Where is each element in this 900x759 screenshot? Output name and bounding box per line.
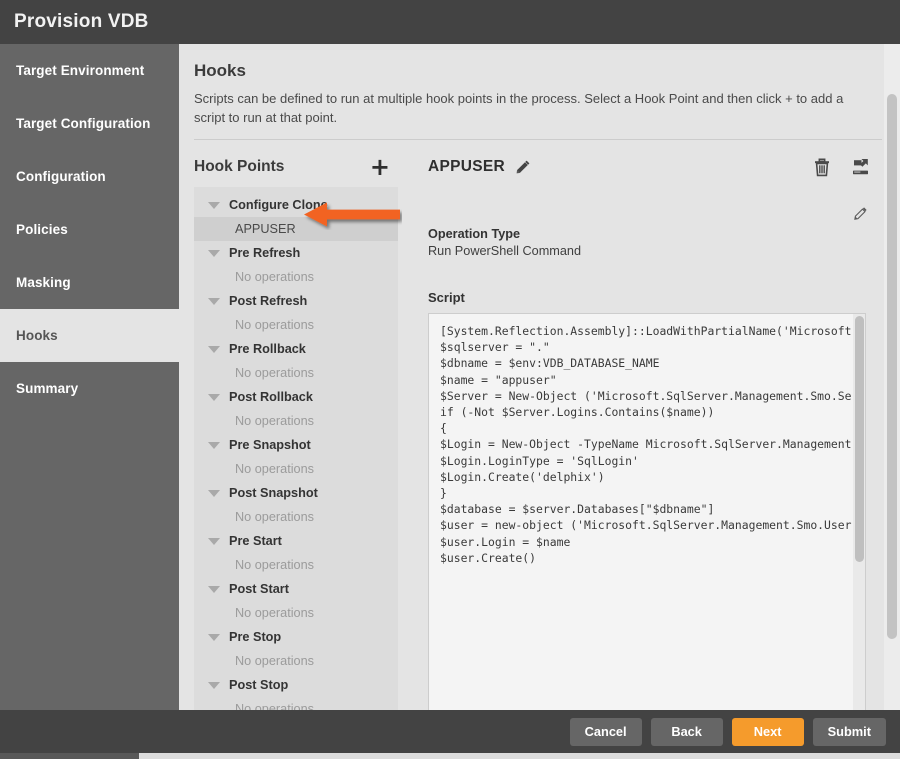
chevron-down-icon[interactable] xyxy=(208,297,220,305)
sidebar-item-target-configuration[interactable]: Target Configuration xyxy=(0,97,179,150)
hook-point-group-label: Post Rollback xyxy=(229,390,313,404)
hook-point-group-label: Pre Snapshot xyxy=(229,438,311,452)
cancel-button[interactable]: Cancel xyxy=(569,717,642,746)
sidebar-item-target-environment[interactable]: Target Environment xyxy=(0,44,179,97)
export-icon[interactable] xyxy=(851,158,870,177)
hook-point-group[interactable]: Pre Rollback xyxy=(194,337,398,361)
edit-hook-row xyxy=(428,187,874,221)
hook-no-operations: No operations xyxy=(235,702,314,710)
hook-operation-item[interactable]: APPUSER xyxy=(194,217,398,241)
hook-point-group-label: Post Snapshot xyxy=(229,486,318,500)
hook-point-group-label: Configure Clone xyxy=(229,198,328,212)
operation-type-label: Operation Type xyxy=(428,227,521,241)
trash-icon[interactable] xyxy=(813,157,831,177)
hook-point-group[interactable]: Post Rollback xyxy=(194,385,398,409)
hook-points-panel: Hook Points + Configure Clone APPUSER Pre … xyxy=(194,147,398,710)
hook-point-group-label: Pre Rollback xyxy=(229,342,306,356)
hook-point-group-label: Post Start xyxy=(229,582,289,596)
hook-no-operations: No operations xyxy=(235,318,314,332)
edit-name-pencil-icon[interactable] xyxy=(515,159,531,175)
chevron-down-icon[interactable] xyxy=(208,489,220,497)
script-scrollbar-track[interactable] xyxy=(853,314,865,710)
edit-hook-pencil-icon[interactable] xyxy=(853,206,868,221)
script-scrollbar-thumb[interactable] xyxy=(855,316,864,562)
sidebar-item-label: Hooks xyxy=(16,328,58,343)
sidebar-item-label: Target Environment xyxy=(16,63,145,78)
hook-point-group-label: Post Refresh xyxy=(229,294,308,308)
hook-points-list[interactable]: Configure Clone APPUSER Pre Refresh No oper… xyxy=(194,187,398,710)
hook-point-group[interactable]: Pre Refresh xyxy=(194,241,398,265)
page-title: Hooks xyxy=(194,61,246,80)
chevron-down-icon[interactable] xyxy=(208,681,220,689)
chevron-down-icon[interactable] xyxy=(208,441,220,449)
hook-points-title: Hook Points xyxy=(194,158,285,175)
hook-no-operations: No operations xyxy=(235,606,314,620)
hook-point-group[interactable]: Pre Stop xyxy=(194,625,398,649)
bottom-strip-left xyxy=(0,753,139,759)
hook-point-group-label: Pre Start xyxy=(229,534,282,548)
chevron-down-icon[interactable] xyxy=(208,537,220,545)
chevron-down-icon[interactable] xyxy=(208,201,220,209)
sidebar-item-label: Summary xyxy=(16,381,79,396)
window-titlebar: Provision VDB xyxy=(0,0,900,44)
hook-detail-actions xyxy=(813,157,874,177)
hook-point-group[interactable]: Post Stop xyxy=(194,673,398,697)
main-content: Hooks Scripts can be defined to run at m… xyxy=(179,44,900,710)
wizard-sidebar: Target Environment Target Configuration Co… xyxy=(0,44,179,710)
page-description: Scripts can be defined to run at multipl… xyxy=(194,91,844,125)
hook-point-group[interactable]: Post Snapshot xyxy=(194,481,398,505)
hook-no-operations: No operations xyxy=(235,510,314,524)
hook-point-group[interactable]: Configure Clone xyxy=(194,193,398,217)
chevron-down-icon[interactable] xyxy=(208,585,220,593)
page-scrollbar-track[interactable] xyxy=(884,44,900,710)
hook-no-operations: No operations xyxy=(235,366,314,380)
bottom-strip xyxy=(0,753,900,759)
script-content: [System.Reflection.Assembly]::LoadWithPa… xyxy=(440,324,859,565)
hook-point-group[interactable]: Pre Start xyxy=(194,529,398,553)
sidebar-item-summary[interactable]: Summary xyxy=(0,362,179,415)
hook-name: APPUSER xyxy=(428,158,506,175)
chevron-down-icon[interactable] xyxy=(208,393,220,401)
sidebar-item-label: Masking xyxy=(16,275,71,290)
hook-point-group-label: Post Stop xyxy=(229,678,289,692)
hook-detail-panel: APPUSER Operation Type Run PowerShell Co… xyxy=(428,147,874,710)
page-scrollbar-thumb[interactable] xyxy=(887,94,897,639)
hook-point-group[interactable]: Post Start xyxy=(194,577,398,601)
chevron-down-icon[interactable] xyxy=(208,345,220,353)
hook-point-group[interactable]: Post Refresh xyxy=(194,289,398,313)
sidebar-item-label: Policies xyxy=(16,222,68,237)
sidebar-item-masking[interactable]: Masking xyxy=(0,256,179,309)
hook-points-header: Hook Points + xyxy=(194,147,398,187)
sidebar-item-label: Target Configuration xyxy=(16,116,151,131)
next-button[interactable]: Next xyxy=(731,717,804,746)
hook-no-operations: No operations xyxy=(235,558,314,572)
script-textarea[interactable]: [System.Reflection.Assembly]::LoadWithPa… xyxy=(428,313,866,710)
script-label: Script xyxy=(428,290,465,305)
section-divider xyxy=(194,139,882,140)
hook-point-group-label: Pre Stop xyxy=(229,630,282,644)
hook-no-operations: No operations xyxy=(235,462,314,476)
submit-button[interactable]: Submit xyxy=(812,717,886,746)
hook-detail-header: APPUSER xyxy=(428,147,874,187)
back-button[interactable]: Back xyxy=(650,717,723,746)
sidebar-item-label: Configuration xyxy=(16,169,106,184)
hook-no-operations: No operations xyxy=(235,414,314,428)
hook-point-group-label: Pre Refresh xyxy=(229,246,301,260)
wizard-footer: Cancel Back Next Submit xyxy=(0,710,900,753)
sidebar-item-configuration[interactable]: Configuration xyxy=(0,150,179,203)
chevron-down-icon[interactable] xyxy=(208,633,220,641)
hook-point-group[interactable]: Pre Snapshot xyxy=(194,433,398,457)
hook-no-operations: No operations xyxy=(235,654,314,668)
add-hook-button[interactable]: + xyxy=(366,155,394,179)
operation-type-value: Run PowerShell Command xyxy=(428,244,582,258)
sidebar-item-hooks[interactable]: Hooks xyxy=(0,309,179,362)
chevron-down-icon[interactable] xyxy=(208,249,220,257)
window-title: Provision VDB xyxy=(14,11,149,32)
hook-no-operations: No operations xyxy=(235,270,314,284)
sidebar-item-policies[interactable]: Policies xyxy=(0,203,179,256)
